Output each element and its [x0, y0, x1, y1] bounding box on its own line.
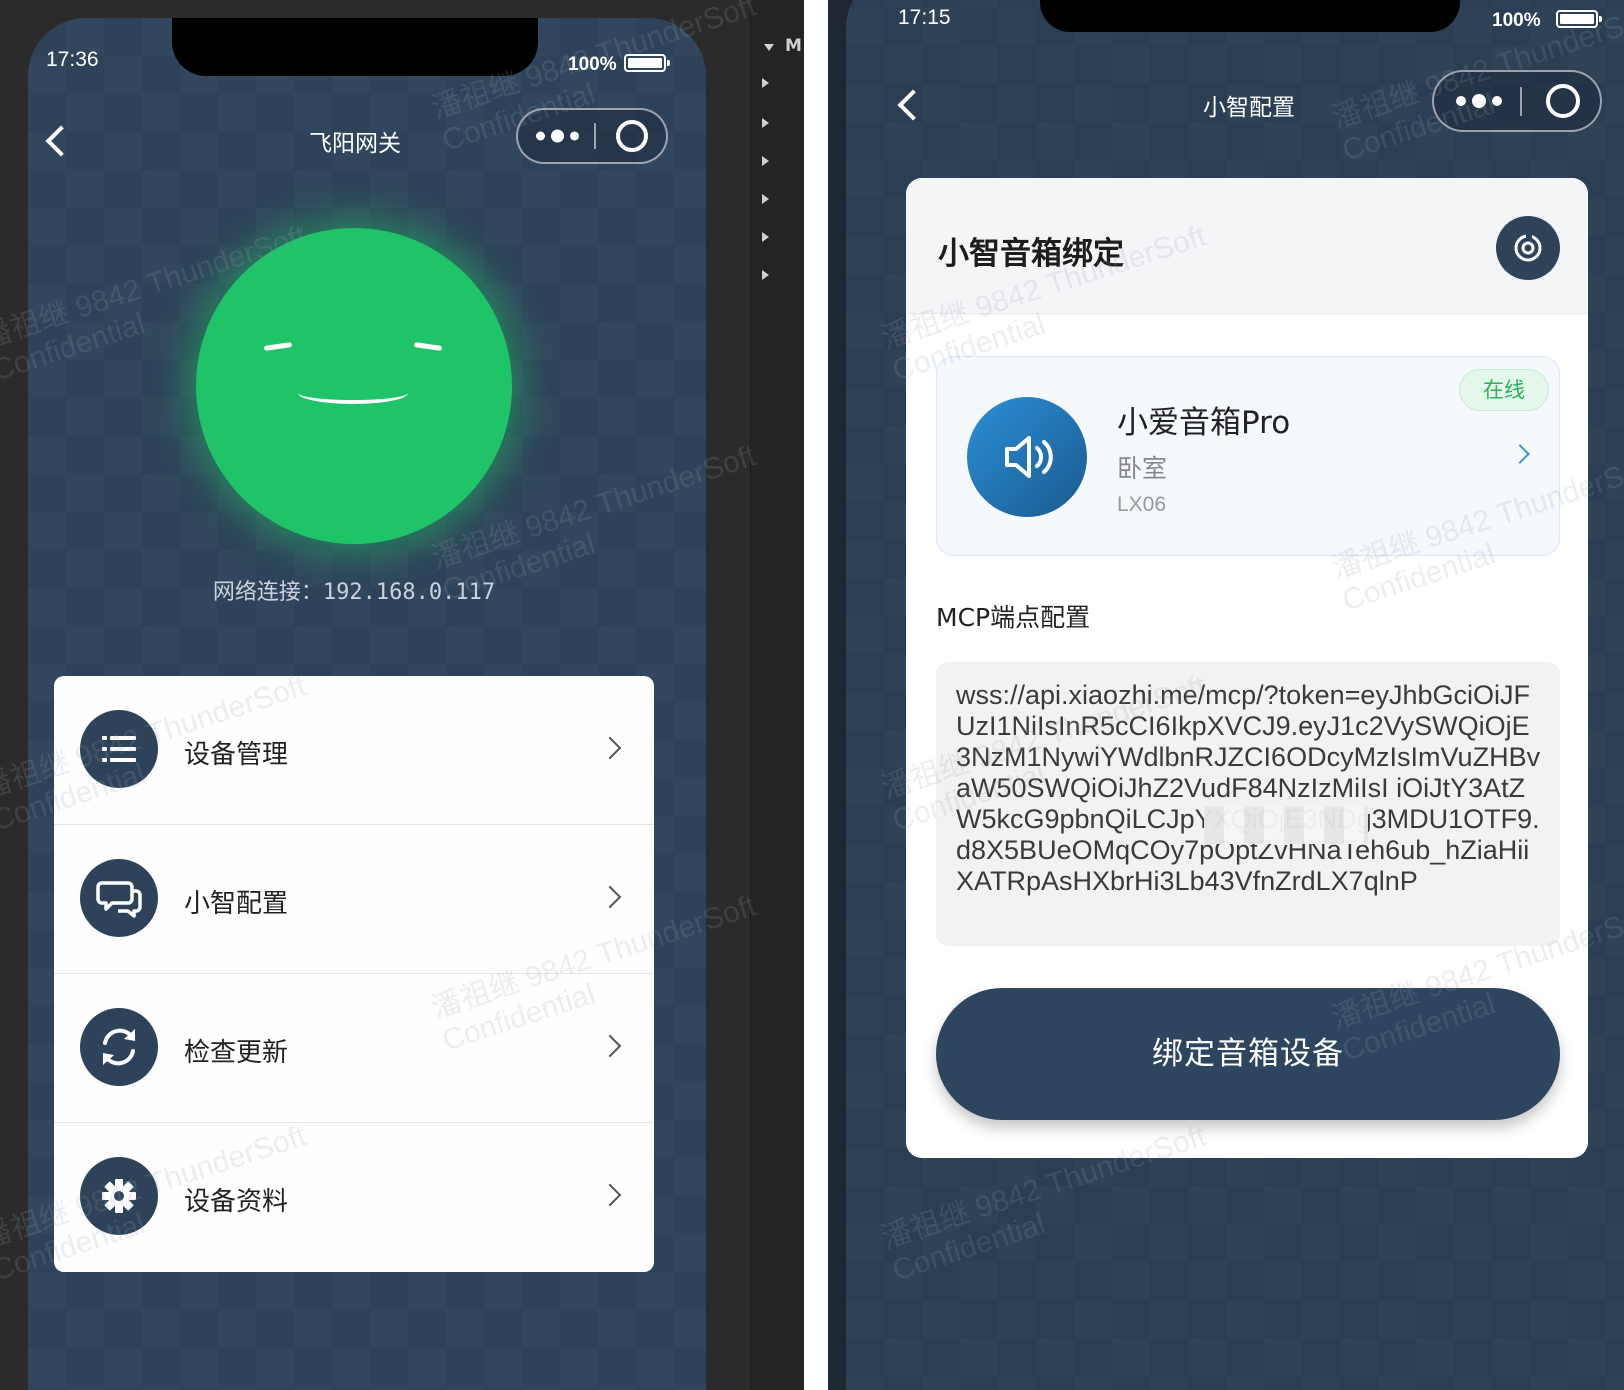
face-left-eye: [263, 342, 293, 351]
device-item[interactable]: 小爱音箱Pro 卧室 LX06 在线: [936, 356, 1560, 556]
refresh-icon: [1514, 234, 1542, 262]
network-status-text: 网络连接：192.168.0.117: [212, 580, 496, 605]
tree-collapse-icon[interactable]: [762, 78, 769, 88]
capsule-divider: [1520, 86, 1522, 116]
gear-icon: [80, 1157, 158, 1235]
phone-notch: [1040, 0, 1460, 32]
menu-item-label: 检查更新: [184, 1038, 289, 1068]
menu-item-label: 设备资料: [184, 1187, 289, 1217]
menu-item-xiaozhi-config[interactable]: 小智配置: [54, 825, 654, 974]
status-time: 17:36: [46, 48, 99, 71]
status-battery-text: 100%: [568, 54, 617, 75]
menu-item-device-management[interactable]: 设备管理: [54, 676, 654, 825]
status-time: 17:15: [898, 6, 951, 29]
tree-collapse-icon[interactable]: [762, 156, 769, 166]
face-mouth: [298, 392, 408, 404]
menu-item-label: 小智配置: [184, 889, 289, 919]
speaker-icon: [967, 397, 1087, 517]
list-icon: [80, 710, 158, 788]
redacted-region: [1204, 806, 1368, 844]
menu-item-check-update[interactable]: 检查更新: [54, 974, 654, 1123]
refresh-button[interactable]: [1496, 216, 1560, 280]
status-battery-text: 100%: [1492, 10, 1541, 31]
face-right-eye: [413, 342, 443, 351]
chevron-right-icon: [598, 885, 622, 909]
device-room: 卧室: [1117, 454, 1168, 483]
tree-expand-icon[interactable]: [764, 44, 774, 51]
card-title: 小智音箱绑定: [938, 236, 1124, 272]
device-name: 小爱音箱Pro: [1117, 405, 1291, 441]
battery-icon: [624, 54, 670, 72]
chat-icon: [80, 859, 158, 937]
tree-collapse-icon[interactable]: [762, 232, 769, 242]
page-title: 飞阳网关: [309, 131, 401, 157]
menu-item-device-info[interactable]: 设备资料: [54, 1123, 654, 1272]
chevron-right-icon: [598, 1183, 622, 1207]
mcp-endpoint-value: wss://api.xiaozhi.me/mcp/?token=eyJhbGci…: [956, 680, 1541, 896]
menu-item-label: 设备管理: [184, 740, 289, 770]
more-icon[interactable]: [1456, 94, 1502, 108]
chevron-right-icon: [1510, 444, 1530, 464]
bind-speaker-button[interactable]: 绑定音箱设备: [936, 988, 1560, 1120]
status-face-indicator: [196, 228, 512, 544]
capsule-menu[interactable]: [516, 108, 668, 164]
chevron-right-icon: [598, 736, 622, 760]
devtools-node-label[interactable]: M: [785, 36, 802, 56]
battery-icon: [1556, 10, 1602, 28]
mcp-endpoint-label: MCP端点配置: [936, 603, 1091, 632]
close-miniprogram-icon[interactable]: [616, 120, 648, 152]
mcp-endpoint-textarea[interactable]: wss://api.xiaozhi.me/mcp/?token=eyJhbGci…: [936, 662, 1560, 946]
refresh-icon: [80, 1008, 158, 1086]
devtools-tree-panel: [750, 0, 804, 1390]
tree-collapse-icon[interactable]: [762, 270, 769, 280]
screenshot-stage: M 17:36 100% 飞阳网关 网络连接：192.168.0.117 设备管…: [0, 0, 1624, 1390]
main-menu-card: 设备管理 小智配置 检查更新 设备资料: [54, 676, 654, 1272]
chevron-right-icon: [598, 1034, 622, 1058]
more-icon[interactable]: [536, 129, 579, 143]
capsule-menu[interactable]: [1432, 70, 1602, 132]
speaker-binding-card: 小智音箱绑定 小爱音箱Pro 卧室 LX06 在线 MCP端点配置 wss://…: [906, 178, 1588, 1158]
tree-collapse-icon[interactable]: [762, 118, 769, 128]
online-status-badge: 在线: [1459, 369, 1549, 411]
phone-notch: [172, 18, 538, 76]
page-title: 小智配置: [1203, 95, 1295, 121]
device-model: LX06: [1117, 493, 1167, 516]
capsule-divider: [594, 123, 596, 149]
tree-collapse-icon[interactable]: [762, 194, 769, 204]
card-header: 小智音箱绑定: [906, 178, 1588, 314]
close-miniprogram-icon[interactable]: [1546, 84, 1580, 118]
